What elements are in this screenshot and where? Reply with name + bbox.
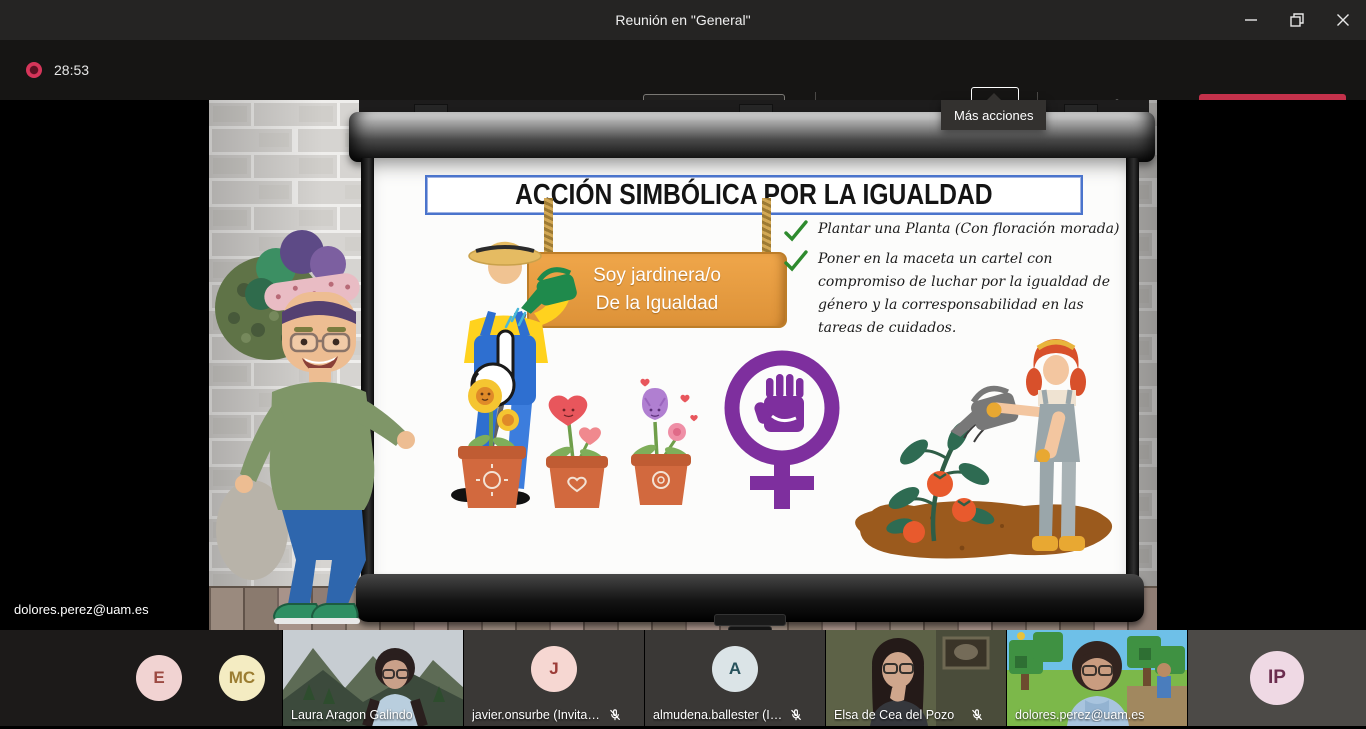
avatar-initials: E — [153, 668, 164, 688]
avatar: MC — [219, 655, 265, 701]
screen-edge — [1126, 158, 1139, 578]
feminist-symbol — [714, 346, 850, 518]
participant-tile-dolores[interactable]: dolores.perez@uam.es — [1007, 630, 1188, 726]
record-dot-icon — [26, 62, 42, 78]
watering-woman-illustration — [842, 326, 1124, 576]
participant-tile-ip[interactable]: IP — [1188, 630, 1366, 726]
avatar-initials: MC — [229, 668, 255, 688]
avatar: A — [712, 646, 758, 692]
checkmark-icon — [784, 220, 808, 242]
presenter-label: dolores.perez@uam.es — [14, 602, 149, 617]
recording-indicator: 28:53 — [26, 40, 89, 100]
participant-tile-elsa[interactable]: Elsa de Cea del Pozo — [826, 630, 1007, 726]
participant-name: dolores.perez@uam.es — [1015, 708, 1144, 722]
minimize-icon — [1240, 9, 1262, 31]
restore-icon — [1286, 9, 1308, 31]
participant-tile-laura[interactable]: Laura Aragon Galindo — [283, 630, 464, 726]
slide-title-box: ACCIÓN SIMBÓLICA POR LA IGUALDAD — [425, 175, 1083, 215]
participant-tile-javier[interactable]: J javier.onsurbe (Invitado) — [464, 630, 645, 726]
avatar: E — [136, 655, 182, 701]
participant-name: Laura Aragon Galindo — [291, 708, 413, 722]
avatar-initials: IP — [1268, 667, 1286, 689]
minimize-button[interactable] — [1228, 0, 1274, 40]
more-actions-tooltip: Más acciones — [941, 100, 1046, 130]
participants-filmstrip: E MC Laura Aragon Galindo — [0, 630, 1366, 726]
slide-title: ACCIÓN SIMBÓLICA POR LA IGUALDAD — [515, 179, 992, 212]
teams-meeting-window: Reunión en "General" 28:53 Solicitar con… — [0, 0, 1366, 729]
shared-screen-video[interactable]: ACCIÓN SIMBÓLICA POR LA IGUALDAD Soy jar… — [209, 100, 1157, 630]
close-icon — [1332, 9, 1354, 31]
mic-muted-icon — [970, 708, 984, 722]
checkmark-icon — [784, 250, 808, 272]
participant-name: javier.onsurbe (Invitado) — [472, 708, 602, 722]
close-button[interactable] — [1320, 0, 1366, 40]
sign-rope — [762, 198, 771, 260]
mic-muted-icon — [789, 708, 803, 722]
avatar: IP — [1250, 651, 1304, 705]
meeting-stage: ACCIÓN SIMBÓLICA POR LA IGUALDAD Soy jar… — [0, 100, 1366, 630]
participant-name: Elsa de Cea del Pozo — [834, 708, 954, 722]
participant-audio-group[interactable]: E MC — [0, 630, 283, 726]
flower-pots-illustration — [449, 358, 704, 523]
avatar-initials: A — [729, 659, 741, 679]
participant-name: almudena.ballester (In... — [653, 708, 783, 722]
meeting-toolbar: 28:53 Solicitar control — [0, 40, 1366, 100]
participant-tile-almudena[interactable]: A almudena.ballester (In... — [645, 630, 826, 726]
sign-line-2: De la Igualdad — [596, 290, 719, 319]
presentation-slide: ACCIÓN SIMBÓLICA POR LA IGUALDAD Soy jar… — [374, 158, 1126, 578]
avatar-initials: J — [549, 659, 558, 679]
window-title: Reunión en "General" — [615, 12, 750, 28]
meeting-timer: 28:53 — [54, 62, 89, 78]
avatar: J — [531, 646, 577, 692]
bullet-text: Plantar una Planta (Con floración morada… — [818, 218, 1120, 242]
mic-muted-icon — [608, 708, 622, 722]
presenter-avatar-illustration — [214, 230, 426, 630]
sign-line-1: Soy jardinera/o — [593, 262, 721, 291]
window-titlebar: Reunión en "General" — [0, 0, 1366, 40]
maximize-button[interactable] — [1274, 0, 1320, 40]
